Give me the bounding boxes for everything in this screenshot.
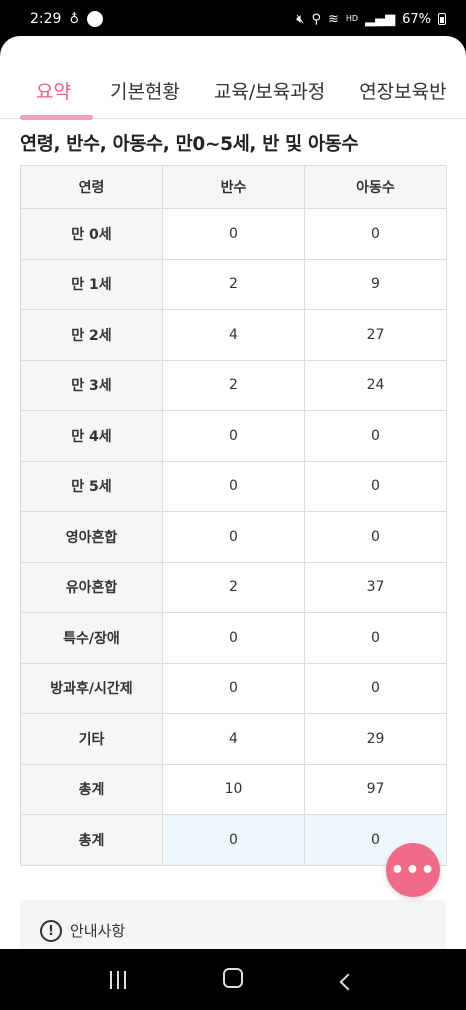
row-children: 24	[304, 359, 447, 411]
bottom-sheet: 요약 기본현황 교육/보육과정 연장보육반 연령, 반수, 아동수, 만0~5세…	[0, 36, 466, 949]
table-row: 만 4세 0 0	[20, 410, 447, 462]
row-children: 0	[304, 208, 447, 260]
row-children: 0	[304, 662, 447, 714]
row-classes: 0	[162, 662, 305, 714]
section-title: 연령, 반수, 아동수, 만0~5세, 반 및 아동수	[20, 134, 359, 155]
notice-label: 안내사항	[70, 922, 126, 940]
tab-extended-care[interactable]: 연장보육반	[342, 73, 463, 119]
row-children: 97	[304, 763, 447, 815]
row-age: 방과후/시간제	[20, 662, 163, 714]
signal-icon: ▂▄▆	[365, 11, 396, 27]
tab-basic-status[interactable]: 기본현황	[93, 73, 197, 119]
table-row: 특수/장애 0 0	[20, 612, 447, 664]
table-row: 영아혼합 0 0	[20, 511, 447, 563]
home-button[interactable]	[213, 966, 253, 994]
hd-voice-icon: HD	[345, 14, 359, 23]
row-classes: 4	[162, 309, 305, 361]
system-nav-bar	[0, 949, 466, 1010]
table-row: 총계 0 0	[20, 814, 447, 866]
header-age: 연령	[20, 165, 163, 209]
tab-summary[interactable]: 요약	[0, 73, 93, 120]
more-button[interactable]: •••	[386, 843, 440, 897]
row-children: 37	[304, 561, 447, 613]
row-children: 0	[304, 410, 447, 462]
row-age: 기타	[20, 713, 163, 765]
row-classes: 2	[162, 561, 305, 613]
row-classes: 0	[162, 460, 305, 512]
row-age: 특수/장애	[20, 612, 163, 664]
row-classes: 4	[162, 713, 305, 765]
table-row: 방과후/시간제 0 0	[20, 662, 447, 714]
status-time: 2:29	[30, 11, 62, 27]
info-icon: !	[40, 920, 62, 942]
row-age: 총계	[20, 814, 163, 866]
header-children: 아동수	[304, 165, 447, 209]
row-age: 영아혼합	[20, 511, 163, 563]
row-classes: 0	[162, 612, 305, 664]
recent-apps-icon[interactable]	[98, 970, 138, 989]
row-age: 유아혼합	[20, 561, 163, 613]
row-classes: 0	[162, 410, 305, 462]
mute-icon: 🔇︎	[296, 11, 305, 27]
back-icon	[339, 973, 357, 990]
row-children: 29	[304, 713, 447, 765]
row-age: 만 5세	[20, 460, 163, 512]
battery-icon	[438, 13, 446, 25]
table-row: 만 1세 2 9	[20, 258, 447, 310]
table-row: 만 3세 2 24	[20, 359, 447, 411]
row-age: 만 4세	[20, 410, 163, 462]
row-children: 0	[304, 511, 447, 563]
row-age: 만 0세	[20, 208, 163, 260]
table-row: 기타 4 29	[20, 713, 447, 765]
wifi-icon: ≋	[328, 11, 339, 27]
row-children: 27	[304, 309, 447, 361]
status-bar: 2:29 ♁ 🔇︎ ⚲ ≋ HD ▂▄▆ 67%	[0, 0, 466, 38]
table-row: 총계 10 97	[20, 763, 447, 815]
tab-bar: 요약 기본현황 교육/보육과정 연장보육반	[0, 73, 466, 120]
table-row: 만 2세 4 27	[20, 309, 447, 361]
location-icon: ⚲	[311, 11, 321, 27]
row-classes: 0	[162, 814, 305, 866]
row-classes: 2	[162, 359, 305, 411]
tab-curriculum[interactable]: 교육/보육과정	[197, 73, 342, 119]
table-header-row: 연령 반수 아동수	[20, 165, 447, 209]
row-classes: 0	[162, 208, 305, 260]
back-button[interactable]	[328, 966, 368, 994]
row-children: 9	[304, 258, 447, 310]
more-icon: •••	[390, 857, 436, 883]
home-icon	[222, 967, 243, 988]
row-classes: 10	[162, 763, 305, 815]
row-classes: 2	[162, 258, 305, 310]
table-row: 만 0세 0 0	[20, 208, 447, 260]
row-classes: 0	[162, 511, 305, 563]
row-children: 0	[304, 460, 447, 512]
row-age: 만 2세	[20, 309, 163, 361]
table-row: 유아혼합 2 37	[20, 561, 447, 613]
alarm-icon: ♁	[69, 11, 79, 27]
battery-percent: 67%	[402, 11, 431, 27]
notice-box[interactable]: ! 안내사항	[20, 900, 446, 949]
row-age: 만 3세	[20, 359, 163, 411]
header-classes: 반수	[162, 165, 305, 209]
table-row: 만 5세 0 0	[20, 460, 447, 512]
class-children-table: 연령 반수 아동수 만 0세 0 0 만 1세 2 9 만 2세 4 27 만 …	[20, 165, 447, 866]
row-age: 총계	[20, 763, 163, 815]
app-icon	[86, 11, 103, 27]
row-children: 0	[304, 612, 447, 664]
row-age: 만 1세	[20, 258, 163, 310]
